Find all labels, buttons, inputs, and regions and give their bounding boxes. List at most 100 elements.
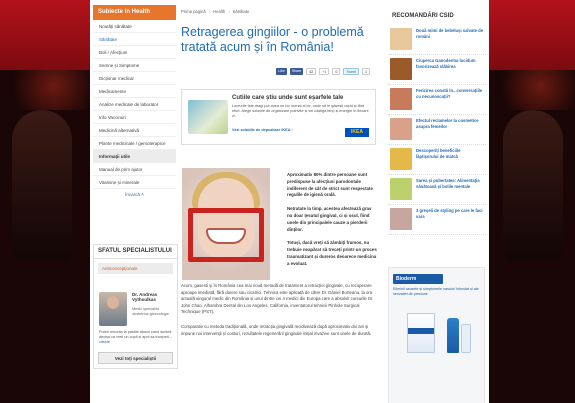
- nav-item-analize[interactable]: Analize medicale de laborator: [93, 98, 176, 111]
- specialist-box: SFATUL SPECIALISTULUI Anticoncepționale …: [93, 244, 178, 369]
- skin-figure-right: [503, 110, 563, 260]
- recommendation-item[interactable]: Ciuperca Ganoderma lucidum favorizează s…: [388, 55, 486, 85]
- breadcrumb-health[interactable]: Health: [213, 9, 225, 14]
- bioderm-ad[interactable]: Bioderm Eliminii cauzele și simptomele n…: [388, 267, 485, 403]
- right-column: RECOMANDĂRI CSID Două mimi de bebeluși s…: [388, 5, 486, 403]
- facebook-share-button[interactable]: Share: [289, 67, 304, 75]
- recommendation-thumb[interactable]: [390, 58, 412, 80]
- recommendation-text[interactable]: Două mimi de bebeluși salvate de români: [416, 28, 484, 51]
- share-bar: Like Share 42 +1 0 Tweet 1: [181, 67, 376, 75]
- bioderm-brand[interactable]: Bioderm: [393, 274, 443, 284]
- nav-item-prim-ajutor[interactable]: Manual de prim ajutor: [93, 163, 176, 176]
- recommendation-item[interactable]: Fericirea constă în...conversațiile cu n…: [388, 85, 486, 115]
- hero-smile: [206, 228, 246, 244]
- nav-item-medicamente[interactable]: Medicamente: [93, 85, 176, 98]
- gplus-count: 0: [332, 67, 341, 75]
- nav-more-link[interactable]: Încarcă ˄: [93, 189, 176, 201]
- lead-paragraph: Totuși, dacă vreți să zâmbiți frumos, nu…: [287, 240, 377, 266]
- recommendation-text[interactable]: 3 greșeli de styling pe care le faci var…: [416, 208, 484, 231]
- nav-item-sanatate[interactable]: Sănătate: [93, 33, 176, 46]
- article-hero-image: [182, 168, 270, 280]
- body-paragraph: Comparativ cu metoda tradițională, unde …: [181, 323, 372, 336]
- article-title: Retragerea gingiilor - o problemă tratat…: [181, 25, 364, 54]
- specialist-quote-text: Puteti renunta la pastile atunci cand su…: [99, 330, 172, 339]
- recommendation-item[interactable]: Descoperiți beneficiile lăptișorului de …: [388, 145, 486, 175]
- article-lead: Aproximativ 80% dintre persoane sunt pre…: [287, 172, 377, 275]
- gplus-button[interactable]: +1: [319, 67, 330, 75]
- skin-figure-left: [12, 110, 72, 260]
- ikea-ad-image[interactable]: [188, 100, 228, 134]
- tweet-count: 1: [362, 67, 370, 75]
- nav-item-boli[interactable]: Boli / Afecțiuni: [93, 46, 176, 59]
- left-nav-header: Subiecte în Health: [93, 5, 176, 20]
- skin-glow: [0, 70, 90, 110]
- chevron-right-icon: ›: [291, 128, 293, 132]
- ikea-ad-text: Lucrurile tale dragi pot avea un loc num…: [232, 104, 369, 118]
- nav-item-noutati[interactable]: Noutăți sănătate: [93, 20, 176, 33]
- breadcrumb-sanatate[interactable]: Sănătate: [233, 9, 250, 14]
- chevron-up-icon: ˄: [141, 192, 144, 197]
- tweet-button[interactable]: Tweet: [343, 67, 359, 75]
- recommendation-item[interactable]: Două mimi de bebeluși salvate de români: [388, 25, 486, 55]
- recommendations-header: RECOMANDĂRI CSID: [392, 13, 454, 19]
- breadcrumb: Prima pagină › Health › Sănătate: [181, 5, 376, 17]
- lead-paragraph: Netratate la timp, acestea afectează gra…: [287, 206, 372, 232]
- recommendation-thumb[interactable]: [390, 28, 412, 50]
- recommendation-item[interactable]: Sarea și pubertatea: Alimentația sănătoa…: [388, 175, 486, 205]
- page: Subiecte în Health Noutăți sănătate Sănă…: [90, 0, 489, 403]
- ikea-ad-title[interactable]: Cutiile care știu unde sunt eșarfele tal…: [232, 95, 343, 101]
- ikea-ad-link-label: Vezi soluțiile de depozitare IKEA: [232, 128, 291, 132]
- all-specialists-button[interactable]: Vezi toți specialiștii: [98, 352, 173, 364]
- product-spray: [461, 324, 471, 353]
- article-content: Prima pagină › Health › Sănătate Retrage…: [181, 5, 376, 145]
- chevron-right-icon: ›: [228, 8, 230, 14]
- bioderm-tagline: Eliminii cauzele și simptomele nasului î…: [393, 287, 479, 296]
- left-nav: Subiecte în Health Noutăți sănătate Sănă…: [93, 5, 176, 201]
- specialist-read-link[interactable]: citește: [99, 340, 110, 344]
- nav-item-alternativa[interactable]: Medicină alternativă: [93, 124, 176, 137]
- recommendation-thumb[interactable]: [390, 148, 412, 170]
- specialist-avatar[interactable]: [99, 292, 127, 326]
- ikea-logo[interactable]: IKEA: [345, 128, 369, 137]
- ikea-ad-link[interactable]: Vezi soluțiile de depozitare IKEA ›: [232, 128, 293, 132]
- nav-item-semne[interactable]: Semne și Simptome: [93, 59, 176, 72]
- product-bottle: [447, 318, 459, 353]
- nav-item-plante[interactable]: Plante medicinale / gemoterapice: [93, 137, 176, 150]
- specialist-quote: Puteti renunta la pastile atunci cand su…: [99, 330, 175, 345]
- recommendation-item[interactable]: 3 greșeli de styling pe care le faci var…: [388, 205, 486, 235]
- recommendation-text[interactable]: Sarea și pubertatea: Alimentația sănătoa…: [416, 178, 484, 201]
- specialist-tab[interactable]: Anticoncepționale: [98, 263, 173, 274]
- body-paragraph: Acum, gasesti și în România cea mai nouă…: [181, 283, 374, 315]
- nav-item-vaccinuri[interactable]: Info Vaccinuri: [93, 111, 176, 124]
- nav-subheader: Informații utile: [93, 150, 176, 163]
- lead-paragraph: Aproximativ 80% dintre persoane sunt pre…: [287, 172, 373, 198]
- ikea-ad[interactable]: Cutiile care știu unde sunt eșarfele tal…: [181, 89, 376, 145]
- nav-item-dictionar[interactable]: Dicționar medical: [93, 72, 176, 85]
- recommendation-text[interactable]: Descoperiți beneficiile lăptișorului de …: [416, 148, 484, 171]
- specialist-header: SFATUL SPECIALISTULUI: [94, 245, 177, 259]
- nav-item-vitamine[interactable]: Vitamine și minerale: [93, 176, 176, 189]
- recommendation-text[interactable]: Efectul reclamelor la cosmetice asupra f…: [416, 118, 484, 141]
- facebook-like-button[interactable]: Like: [276, 67, 287, 75]
- recommendation-item[interactable]: Efectul reclamelor la cosmetice asupra f…: [388, 115, 486, 145]
- recommendation-thumb[interactable]: [390, 178, 412, 200]
- recommendation-thumb[interactable]: [390, 88, 412, 110]
- breadcrumb-home[interactable]: Prima pagină: [181, 9, 206, 14]
- specialist-role: Medic specialist obstetrica-ginecologie: [132, 307, 169, 316]
- recommendation-thumb[interactable]: [390, 118, 412, 140]
- facebook-count: 42: [306, 67, 317, 75]
- nav-more-label: Încarcă: [125, 192, 140, 197]
- recommendation-text[interactable]: Ciuperca Ganoderma lucidum favorizează s…: [416, 58, 484, 81]
- product-box: [407, 313, 435, 353]
- specialist-body: Dr. Andreas Vythoulkas Medic specialist …: [94, 274, 177, 350]
- skin-red-band: [489, 0, 575, 70]
- chevron-right-icon: ›: [208, 8, 211, 14]
- skin-red-band: [0, 0, 90, 70]
- specialist-name[interactable]: Dr. Andreas Vythoulkas: [132, 292, 178, 302]
- article-body: Acum, gasesti și în România cea mai nouă…: [181, 283, 379, 345]
- recommendation-text[interactable]: Fericirea constă în...conversațiile cu n…: [416, 88, 484, 111]
- recommendation-thumb[interactable]: [390, 208, 412, 230]
- left-ad-skin[interactable]: [0, 0, 90, 403]
- right-ad-skin[interactable]: [489, 0, 575, 403]
- skin-glow: [489, 70, 575, 110]
